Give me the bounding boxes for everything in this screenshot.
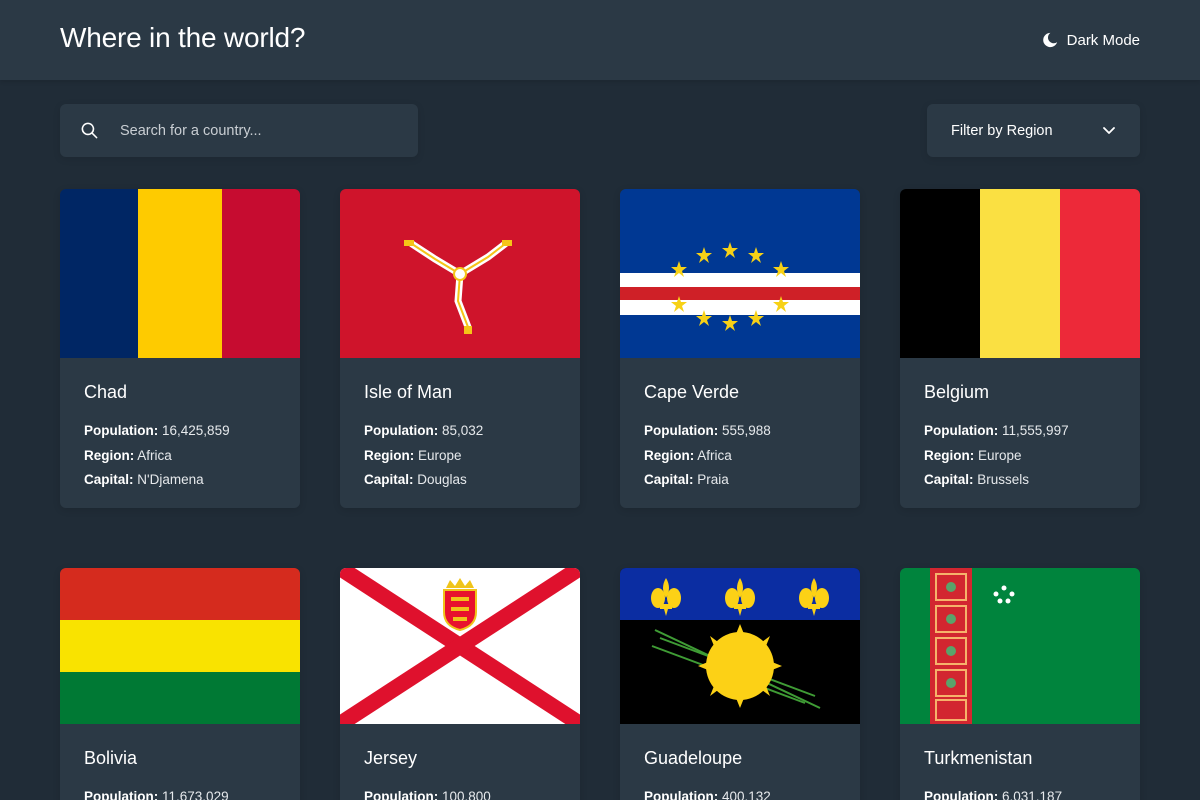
- flag-guadeloupe: [620, 568, 860, 724]
- country-name: Belgium: [924, 382, 990, 402]
- flag-cape-verde: [620, 189, 860, 358]
- country-region: Region: Europe: [364, 447, 462, 463]
- search-box: [60, 104, 418, 157]
- country-population: Population: 555,988: [644, 423, 771, 438]
- country-population: Population: 85,032: [364, 423, 484, 438]
- country-population: Population: 11,673,029: [84, 789, 229, 800]
- country-population: Population: 100,800: [364, 789, 491, 800]
- region-filter-dropdown[interactable]: Filter by Region: [927, 104, 1140, 157]
- chevron-down-icon: [1103, 126, 1115, 134]
- flag-turkmenistan: [900, 568, 1140, 724]
- country-name: Cape Verde: [644, 382, 740, 402]
- country-region: Region: Africa: [644, 447, 732, 463]
- country-card-turkmenistan[interactable]: Turkmenistan Population: 6,031,187: [900, 568, 1140, 800]
- search-icon: [81, 122, 98, 139]
- country-name: Turkmenistan: [924, 748, 1033, 768]
- country-card-bolivia[interactable]: Bolivia Population: 11,673,029: [60, 568, 300, 800]
- flag-chad: [60, 189, 300, 358]
- flag-jersey: [340, 568, 580, 724]
- country-name: Isle of Man: [364, 382, 453, 402]
- country-card-jersey[interactable]: Jersey Population: 100,800: [340, 568, 580, 800]
- country-population: Population: 6,031,187: [924, 789, 1063, 800]
- flag-bolivia: [60, 568, 300, 724]
- country-card-cape-verde[interactable]: Cape Verde Population: 555,988 Region: A…: [620, 189, 860, 508]
- flag-belgium: [900, 189, 1140, 358]
- country-capital: Capital: Praia: [644, 472, 729, 487]
- country-card-isle-of-man[interactable]: Isle of Man Population: 85,032 Region: E…: [340, 189, 580, 508]
- country-card-chad[interactable]: Chad Population: 16,425,859 Region: Afri…: [60, 189, 300, 508]
- country-name: Chad: [84, 382, 128, 402]
- country-card-guadeloupe[interactable]: Guadeloupe Population: 400,132: [620, 568, 860, 800]
- country-population: Population: 11,555,997: [924, 423, 1069, 438]
- country-region: Region: Europe: [924, 447, 1022, 463]
- search-input[interactable]: [120, 104, 410, 157]
- country-capital: Capital: N'Djamena: [84, 472, 204, 487]
- country-population: Population: 16,425,859: [84, 423, 230, 438]
- filter-label: Filter by Region: [951, 122, 1053, 139]
- country-card-belgium[interactable]: Belgium Population: 11,555,997 Region: E…: [900, 189, 1140, 508]
- dark-mode-toggle[interactable]: Dark Mode: [1041, 29, 1140, 51]
- app-title: Where in the world?: [60, 22, 306, 53]
- country-name: Bolivia: [84, 748, 138, 768]
- country-name: Guadeloupe: [644, 748, 743, 768]
- country-capital: Capital: Brussels: [924, 472, 1030, 487]
- flag-isle-of-man: [340, 189, 580, 358]
- country-population: Population: 400,132: [644, 789, 771, 800]
- moon-icon: [1042, 32, 1057, 48]
- dark-mode-label: Dark Mode: [1066, 31, 1140, 49]
- country-capital: Capital: Douglas: [364, 472, 467, 487]
- country-name: Jersey: [364, 748, 418, 768]
- country-region: Region: Africa: [84, 447, 172, 463]
- header: Where in the world? Dark Mode: [0, 0, 1200, 80]
